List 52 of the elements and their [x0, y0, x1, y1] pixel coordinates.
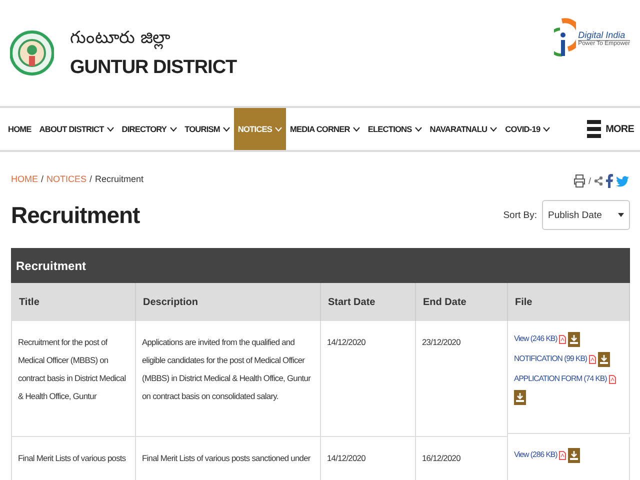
pdf-icon [589, 354, 596, 364]
nav-item[interactable]: TOURISM [180, 108, 234, 150]
download-icon [516, 393, 524, 402]
menu-icon [586, 120, 601, 138]
breadcrumb-current: Recruitment [95, 174, 144, 182]
breadcrumb-separator: / [90, 174, 92, 182]
dropdown-arrow-icon [618, 213, 624, 217]
nav-item[interactable]: COVID-19 [501, 108, 554, 150]
column-header: File [508, 283, 630, 321]
more-menu-button[interactable]: MORE [582, 108, 640, 150]
print-icon[interactable] [574, 174, 586, 188]
nav-item[interactable]: NOTICES [234, 108, 286, 150]
brand-title: Digital India [578, 30, 630, 40]
table-cell: Recruitment for the post of Medical Officer (MBBS) on contract basis in District Medical & Health Office, Guntur [12, 321, 136, 437]
nav-item[interactable]: ABOUT DISTRICT [35, 108, 118, 150]
table-cell: 23/12/2020 [416, 321, 508, 437]
twitter-icon[interactable] [616, 176, 629, 186]
table-cell: Final Merit Lists of various posts [12, 437, 136, 480]
sort-dropdown[interactable]: Publish Date [542, 200, 630, 230]
download-button[interactable] [568, 332, 580, 346]
table-caption: Recruitment [11, 248, 630, 283]
download-icon [570, 334, 578, 344]
column-header: Title [12, 283, 136, 321]
breadcrumb-separator: / [41, 174, 44, 182]
table-cell: 14/12/2020 [321, 437, 416, 480]
download-button[interactable] [568, 448, 580, 462]
table-cell: Applications are invited from the qualified and eligible candidates for the post of Medical Officer (MBBS) in District Medical & Health Office, Guntur on contract basis on consolidated salary. [136, 321, 321, 437]
share-icon[interactable] [594, 176, 603, 186]
district-title: GUNTUR DISTRICT [70, 56, 237, 78]
pdf-icon [559, 450, 566, 460]
pdf-icon [608, 374, 616, 384]
download-icon [600, 354, 608, 364]
download-button[interactable] [514, 390, 526, 405]
share-separator: / [588, 176, 591, 186]
table-cell: 16/12/2020 [416, 437, 508, 480]
nav-item[interactable]: DIRECTORY [118, 108, 181, 150]
download-icon [570, 450, 578, 460]
sort-label: Sort By: [503, 210, 537, 220]
nav-item[interactable]: MEDIA CORNER [286, 108, 364, 150]
page-title: Recruitment [11, 202, 140, 228]
column-header: Description [136, 283, 321, 321]
nav-item[interactable]: HOME [4, 108, 36, 150]
table-cell: 14/12/2020 [321, 321, 416, 437]
column-header: End Date [416, 283, 508, 321]
facebook-icon[interactable] [606, 174, 613, 188]
district-title-telugu: గుంటూరు జిల్లా [70, 28, 172, 50]
nav-item[interactable]: ELECTIONS [364, 108, 426, 150]
download-button[interactable] [598, 352, 610, 366]
nav-item[interactable]: NAVARATNALU [426, 108, 502, 150]
pdf-icon [559, 334, 566, 344]
table-cell: Final Merit Lists of various posts sanctioned under [136, 437, 321, 480]
column-header: Start Date [321, 283, 416, 321]
